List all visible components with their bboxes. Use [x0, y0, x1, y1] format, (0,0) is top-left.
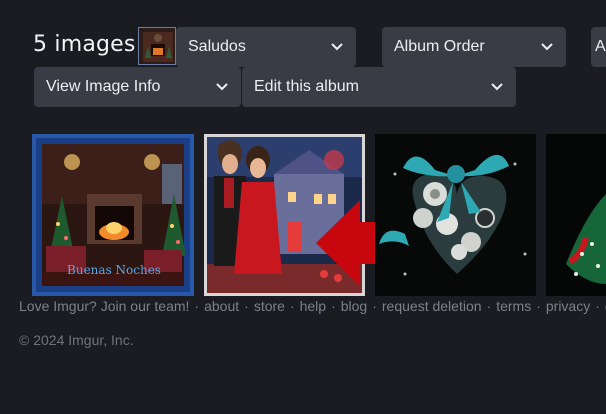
- green-gift-image: [546, 134, 606, 296]
- album-extra-select[interactable]: A: [591, 27, 606, 67]
- footer-link-request-deletion[interactable]: request deletion: [382, 298, 482, 314]
- image-count: 5 images: [33, 32, 136, 57]
- edit-album-label: Edit this album: [254, 78, 359, 95]
- cover-thumbnail-image: [139, 28, 175, 64]
- fireplace-image: Buenas Noches: [32, 134, 194, 296]
- album-title-label: Saludos: [188, 38, 246, 55]
- bow-heart-image: [375, 134, 536, 296]
- edit-album-select[interactable]: Edit this album: [242, 67, 516, 107]
- thumbnail-bow-heart[interactable]: [375, 134, 536, 296]
- chevron-down-icon: [330, 40, 344, 54]
- footer-links: Love Imgur? Join our team! · about · store · h…: [19, 298, 606, 314]
- chevron-down-icon: [215, 80, 229, 94]
- chevron-down-icon: [490, 80, 504, 94]
- thumbnail-green-gift[interactable]: [546, 134, 606, 296]
- album-order-select[interactable]: Album Order: [382, 27, 566, 67]
- footer-link-privacy[interactable]: privacy: [546, 298, 590, 314]
- footer-link-about[interactable]: about: [204, 298, 239, 314]
- thumbnail-caption: Buenas Noches: [67, 263, 161, 277]
- album-title-select[interactable]: Saludos: [176, 27, 356, 67]
- album-order-label: Album Order: [394, 38, 485, 55]
- album-extra-label: A: [595, 38, 606, 55]
- footer-link-help[interactable]: help: [300, 298, 326, 314]
- album-cover-thumbnail[interactable]: [138, 27, 176, 65]
- footer-link-store[interactable]: store: [254, 298, 285, 314]
- chevron-down-icon: [540, 40, 554, 54]
- view-image-info-select[interactable]: View Image Info: [34, 67, 241, 107]
- thumbnail-fireplace[interactable]: Buenas Noches: [32, 134, 194, 296]
- view-image-info-label: View Image Info: [46, 78, 161, 95]
- footer-link-blog[interactable]: blog: [341, 298, 367, 314]
- footer-link-join[interactable]: Love Imgur? Join our team!: [19, 298, 189, 314]
- copyright: © 2024 Imgur, Inc.: [19, 332, 134, 348]
- footer-link-terms[interactable]: terms: [496, 298, 531, 314]
